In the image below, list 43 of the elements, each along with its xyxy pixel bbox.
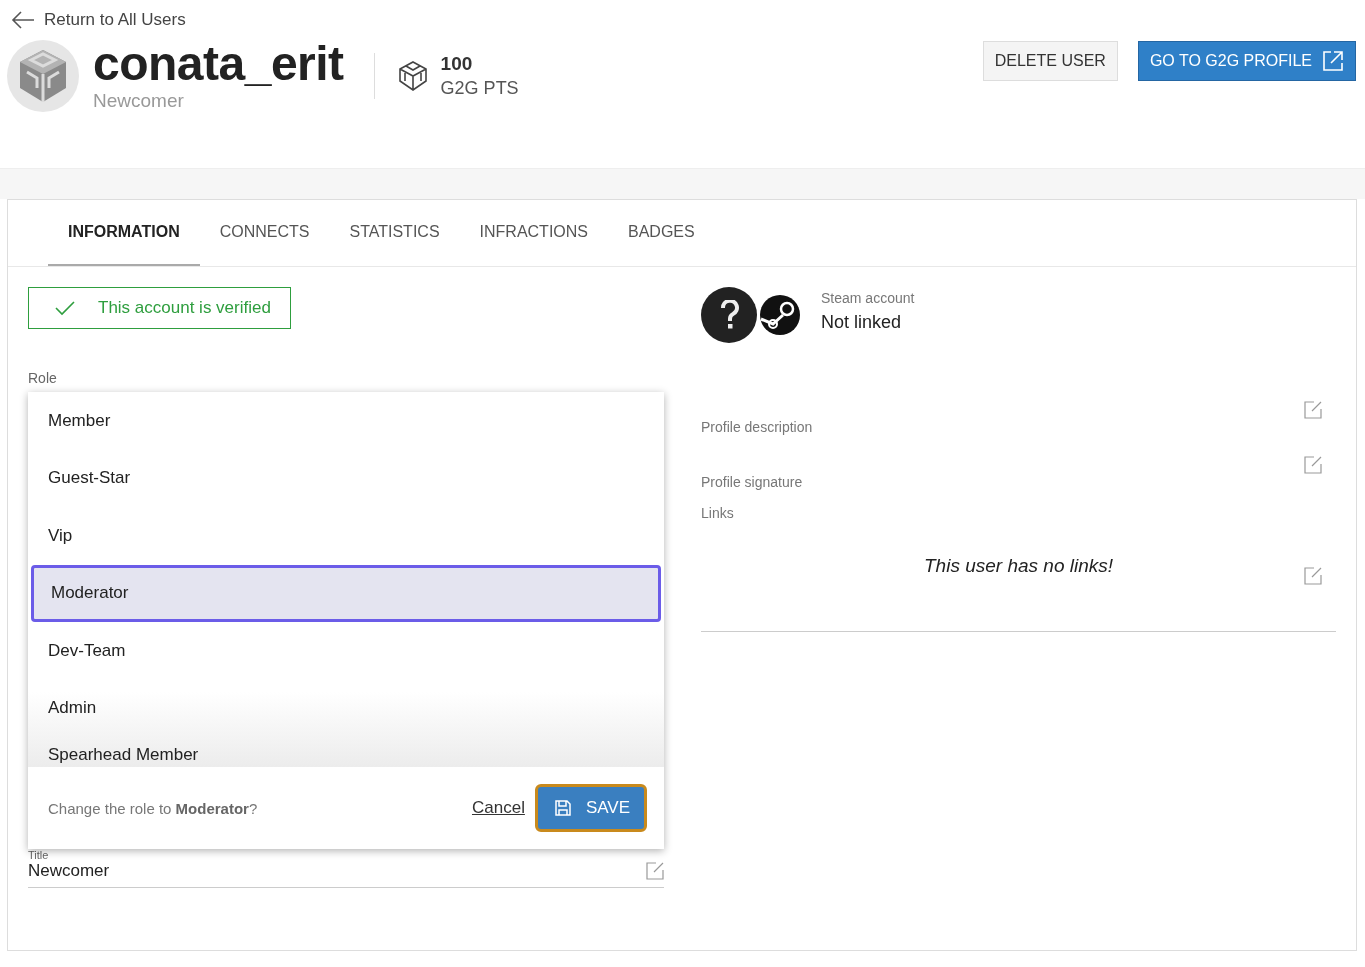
question-mark-icon	[720, 300, 740, 330]
field-label: Links	[701, 505, 735, 521]
steam-label: Steam account	[821, 289, 915, 306]
delete-button[interactable]: DELETE USER	[982, 41, 1118, 81]
tab[interactable]: INFORMATION	[48, 200, 200, 266]
check-icon	[54, 300, 76, 316]
cube-logo-icon	[396, 60, 429, 92]
role-option[interactable]: Admin	[28, 679, 664, 737]
field-label: Role	[28, 370, 58, 386]
steam-status: Not linked	[821, 311, 903, 333]
back-link[interactable]: Return to All Users	[7, 10, 186, 30]
back-arrow-icon	[10, 10, 36, 30]
role-option[interactable]: Dev-Team	[28, 622, 664, 680]
edit-icon[interactable]	[1304, 567, 1322, 585]
role-option[interactable]: Guest-Star	[28, 449, 664, 507]
field-label: Title	[28, 849, 50, 861]
profile-button[interactable]: GO TO G2G PROFILE	[1137, 41, 1356, 81]
field-label: Profile signature	[701, 474, 803, 490]
role-option[interactable]: Member	[28, 392, 664, 450]
tab[interactable]: INFRACTIONS	[459, 200, 608, 266]
role-option[interactable]: Spearhead Member	[28, 737, 664, 765]
confirm-message: Change the role to Moderator?	[48, 799, 259, 817]
verified-text: This account is verified	[98, 298, 271, 318]
title-value: Newcomer	[28, 861, 110, 881]
role-option[interactable]: Vip	[28, 507, 664, 565]
edit-icon[interactable]	[1304, 456, 1322, 474]
edit-icon[interactable]	[646, 862, 664, 880]
save-button[interactable]: SAVE	[534, 784, 647, 832]
piston-logo-icon	[759, 294, 801, 336]
tab[interactable]: CONNECTS	[199, 200, 330, 266]
tab[interactable]: BADGES	[608, 200, 715, 266]
field-label: Profile description	[701, 419, 813, 435]
points-unit: G2G PTS	[440, 78, 519, 99]
tab[interactable]: STATISTICS	[329, 200, 460, 266]
empty-links-message: This user has no links!	[924, 555, 1113, 577]
username: conata_erit	[93, 40, 344, 88]
role-option[interactable]: Moderator	[31, 564, 661, 622]
edit-icon[interactable]	[1304, 401, 1322, 419]
user-rank: Newcomer	[93, 90, 185, 112]
cube-logo-icon	[17, 48, 69, 104]
cancel-link[interactable]: Cancel	[472, 798, 525, 818]
points-value: 100	[440, 53, 474, 75]
external-link-icon	[1322, 50, 1344, 72]
